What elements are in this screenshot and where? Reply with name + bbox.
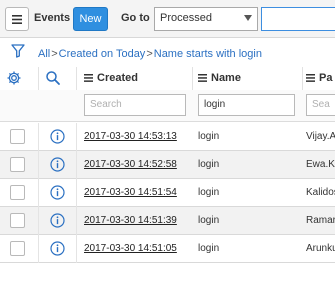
column-divider (38, 235, 39, 263)
column-header-created[interactable]: Created (84, 72, 138, 84)
info-icon[interactable] (50, 213, 65, 228)
table-row[interactable]: 2017-03-30 14:52:58 login Ewa.K (0, 151, 335, 179)
part-cell: Ramar (306, 215, 335, 226)
list-icon (198, 74, 207, 82)
name-cell: login (198, 243, 220, 254)
hamburger-icon (12, 14, 22, 24)
new-button[interactable]: New (73, 7, 108, 31)
breadcrumb-separator: > (51, 48, 58, 60)
row-checkbox[interactable] (10, 157, 25, 172)
column-divider (76, 207, 77, 235)
name-filter-input[interactable]: login (198, 94, 295, 116)
column-header-name[interactable]: Name (198, 72, 241, 84)
breadcrumb-item-all[interactable]: All (38, 48, 50, 60)
table-header-row: Created Name Pa (0, 67, 335, 122)
goto-select[interactable]: Processed (154, 7, 258, 31)
info-icon[interactable] (50, 129, 65, 144)
goto-selected-value: Processed (160, 12, 212, 24)
row-checkbox[interactable] (10, 129, 25, 144)
row-checkbox[interactable] (10, 213, 25, 228)
menu-button[interactable] (5, 7, 29, 31)
created-filter-input[interactable]: Search (84, 94, 186, 116)
created-link[interactable]: 2017-03-30 14:53:13 (84, 131, 177, 142)
table-row[interactable]: 2017-03-30 14:51:54 login Kalidos (0, 179, 335, 207)
part-cell: Arunku (306, 243, 335, 254)
column-divider (76, 179, 77, 207)
breadcrumb-item-created[interactable]: Created on Today (59, 48, 146, 60)
column-header-part[interactable]: Pa (306, 72, 332, 84)
gear-icon[interactable] (6, 70, 22, 86)
part-cell: Vijay.A (306, 131, 335, 142)
breadcrumb-separator: > (146, 48, 153, 60)
column-divider (38, 123, 39, 151)
app-title: Events (34, 12, 71, 24)
goto-search-input[interactable] (261, 7, 335, 31)
created-link[interactable]: 2017-03-30 14:51:54 (84, 187, 177, 198)
created-link[interactable]: 2017-03-30 14:51:05 (84, 243, 177, 254)
name-cell: login (198, 131, 220, 142)
column-divider (38, 151, 39, 179)
list-icon (84, 74, 93, 82)
column-header-created-label: Created (97, 72, 138, 84)
table-row[interactable]: 2017-03-30 14:51:39 login Ramar (0, 207, 335, 235)
info-icon[interactable] (50, 185, 65, 200)
breadcrumb: All>Created on Today>Name starts with lo… (38, 48, 262, 60)
row-checkbox[interactable] (10, 185, 25, 200)
goto-label: Go to (121, 12, 150, 24)
column-header-name-label: Name (211, 72, 241, 84)
table-row[interactable]: 2017-03-30 14:51:05 login Arunku (0, 235, 335, 263)
created-link[interactable]: 2017-03-30 14:52:58 (84, 159, 177, 170)
header-bar: Events New Go to Processed (0, 0, 335, 38)
column-divider (38, 207, 39, 235)
list-icon (306, 74, 315, 82)
name-cell: login (198, 215, 220, 226)
filter-icon[interactable] (11, 44, 25, 58)
row-checkbox[interactable] (10, 241, 25, 256)
breadcrumb-item-name[interactable]: Name starts with login (154, 48, 262, 60)
column-divider (76, 151, 77, 179)
table-filter-row: Search login Sea (0, 90, 335, 122)
info-icon[interactable] (50, 157, 65, 172)
info-icon[interactable] (50, 241, 65, 256)
part-filter-input[interactable]: Sea (306, 94, 335, 116)
breadcrumb-bar: All>Created on Today>Name starts with lo… (0, 38, 335, 67)
chevron-down-icon (244, 15, 252, 21)
part-cell: Ewa.K (306, 159, 335, 170)
column-header-part-label: Pa (319, 72, 333, 84)
table-row[interactable]: 2017-03-30 14:53:13 login Vijay.A (0, 123, 335, 151)
created-link[interactable]: 2017-03-30 14:51:39 (84, 215, 177, 226)
column-divider (76, 123, 77, 151)
part-cell: Kalidos (306, 187, 335, 198)
column-divider (38, 179, 39, 207)
search-icon[interactable] (45, 70, 61, 86)
name-cell: login (198, 187, 220, 198)
name-cell: login (198, 159, 220, 170)
column-divider (76, 235, 77, 263)
